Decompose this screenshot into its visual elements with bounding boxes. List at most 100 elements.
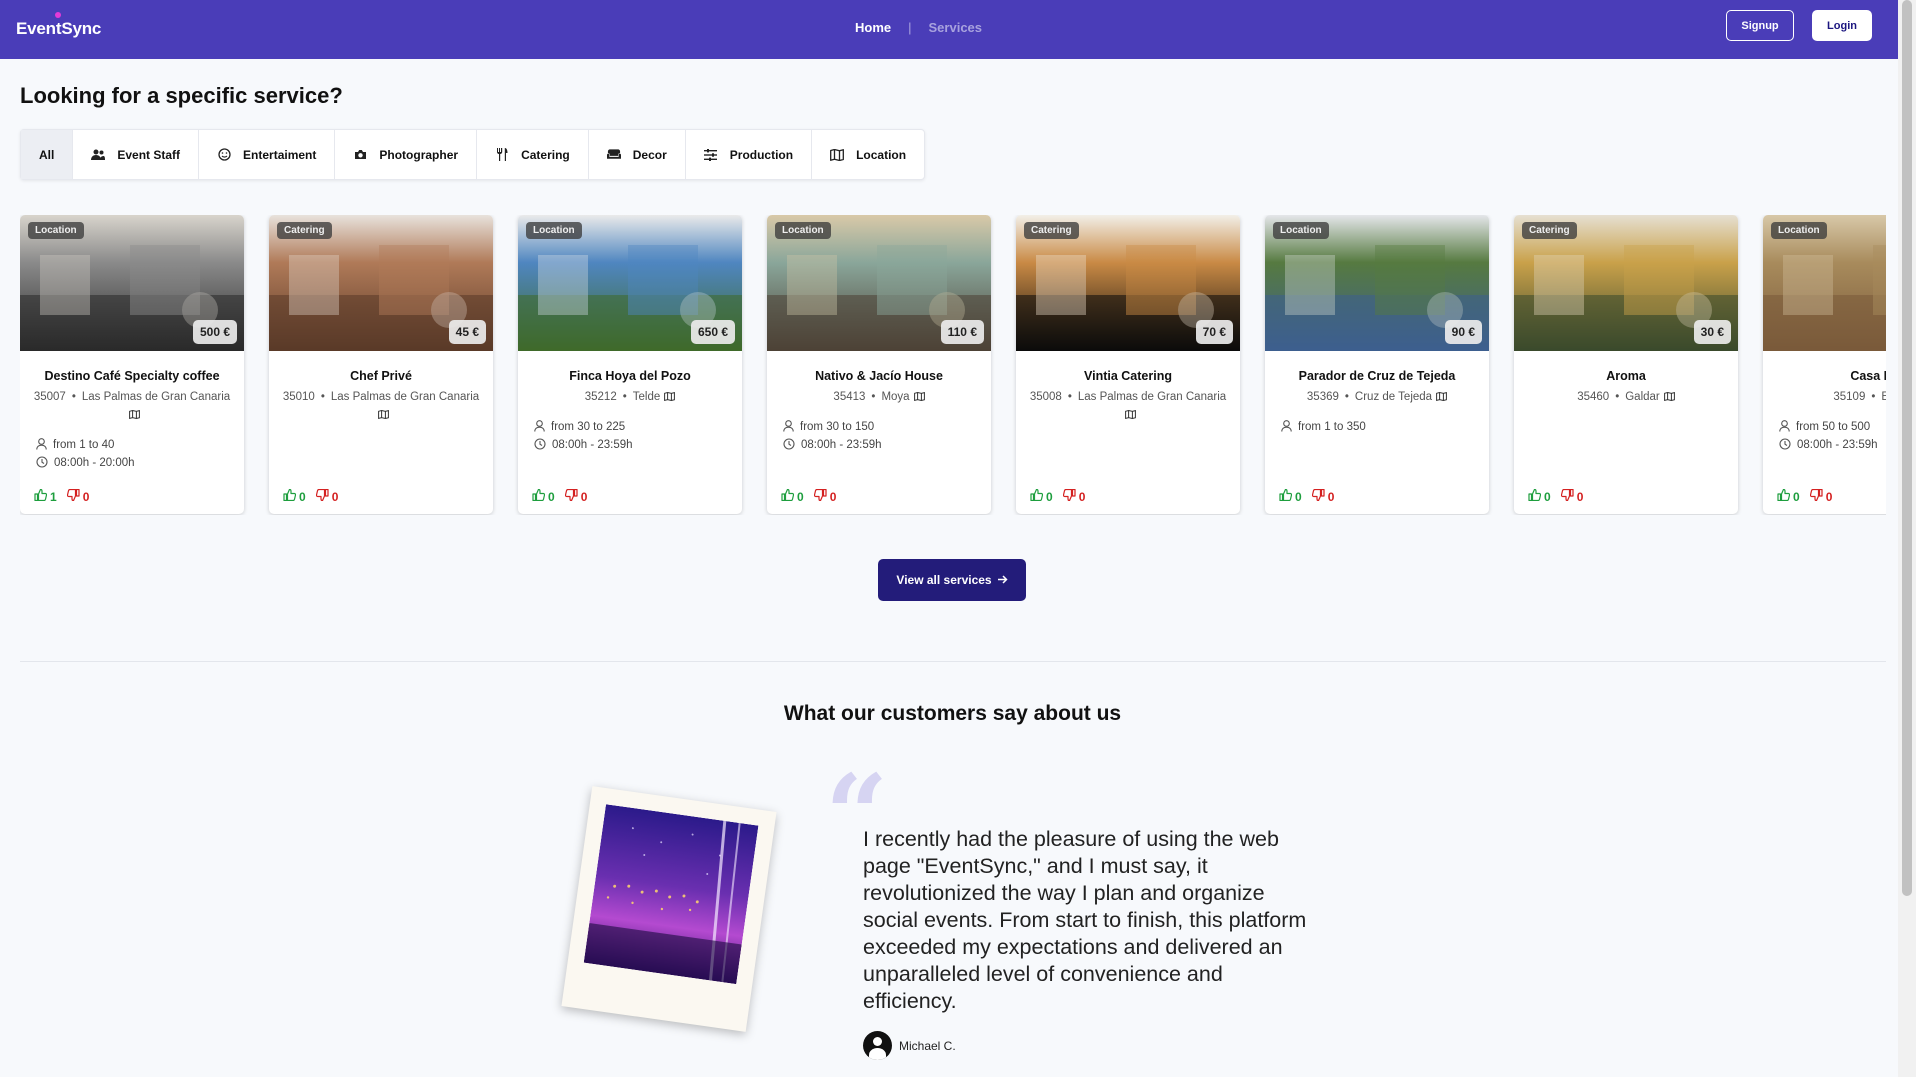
service-zip: 35109 — [1833, 391, 1866, 403]
service-card[interactable]: Location 110 € Nativo & Jacío House 35413 • M… — [767, 215, 991, 514]
scrollbar-thumb[interactable] — [1902, 0, 1912, 896]
like-count: 0 — [1793, 489, 1800, 504]
tab-event-staff[interactable]: Event Staff — [73, 130, 200, 179]
like-button[interactable]: 0 — [1528, 488, 1551, 504]
like-button[interactable]: 0 — [1777, 488, 1800, 504]
dislike-button[interactable]: 0 — [1062, 488, 1085, 504]
hours-row: 08:00h - 23:59h — [1779, 436, 1878, 454]
separator-dot: • — [622, 391, 627, 403]
nav-home-link[interactable]: Home — [855, 20, 891, 35]
service-card[interactable]: Location 500 € Destino Café Specialty coff… — [20, 215, 244, 514]
tab-entertainment[interactable]: Entertaiment — [199, 130, 336, 179]
tab-label: Catering — [521, 147, 570, 162]
map-icon[interactable] — [1660, 391, 1675, 403]
author-name: Michael C. — [899, 1038, 956, 1053]
nav-services-link[interactable]: Services — [929, 20, 983, 35]
user-icon — [534, 419, 551, 435]
separator-dot: • — [1615, 391, 1620, 403]
login-button[interactable]: Login — [1812, 10, 1872, 41]
dislike-button[interactable]: 0 — [66, 488, 89, 504]
separator-dot: • — [1344, 391, 1349, 403]
service-location: 35008 • Las Palmas de Gran Canaria — [1026, 388, 1230, 424]
thumbs-up-icon — [781, 488, 797, 504]
like-count: 0 — [299, 489, 306, 504]
tab-all[interactable]: All — [21, 130, 74, 179]
event-venue-image — [583, 804, 759, 985]
card-hours: 08:00h - 20:00h — [54, 457, 135, 469]
card-meta: from 30 to 150 08:00h - 23:59h — [783, 418, 882, 454]
logo[interactable]: EventSync — [16, 19, 101, 39]
thumbs-down-icon — [1560, 488, 1577, 504]
like-button[interactable]: 0 — [283, 488, 306, 504]
service-location: 35109 • El T — [1773, 388, 1886, 406]
user-icon — [1779, 419, 1796, 435]
service-name: Aroma — [1606, 369, 1646, 383]
service-name: Nativo & Jacío House — [815, 369, 943, 383]
vote-bar: 00 — [1528, 488, 1583, 504]
service-cards-carousel[interactable]: Location 500 € Destino Café Specialty coff… — [20, 215, 1886, 515]
service-city: Las Palmas de Gran Canaria — [81, 391, 231, 403]
view-all-services-button[interactable]: View all services — [878, 559, 1026, 601]
view-all-label: View all services — [896, 573, 992, 587]
tab-photographer[interactable]: Photographer — [335, 130, 478, 179]
tab-location[interactable]: Location — [812, 130, 924, 179]
testimonial-polaroid-photo — [561, 786, 777, 1032]
tab-catering[interactable]: Catering — [477, 130, 589, 179]
signup-button[interactable]: Signup — [1726, 10, 1794, 41]
category-badge: Location — [28, 222, 84, 239]
like-count: 1 — [50, 489, 57, 504]
vote-bar: 10 — [34, 488, 89, 504]
hours-row: 08:00h - 20:00h — [36, 454, 135, 472]
service-zip: 35007 — [33, 391, 66, 403]
service-zip: 35460 — [1577, 391, 1610, 403]
vote-bar: 00 — [532, 488, 587, 504]
service-card[interactable]: Catering 30 € Aroma 35460 • Galdar 0 0 — [1514, 215, 1738, 514]
dislike-button[interactable]: 0 — [1311, 488, 1334, 504]
service-image: Location 110 € — [767, 215, 991, 351]
tab-decor[interactable]: Decor — [589, 130, 686, 179]
service-location: 35212 • Telde — [528, 388, 732, 406]
dislike-button[interactable]: 0 — [315, 488, 338, 504]
thumbs-down-icon — [66, 488, 83, 504]
service-card[interactable]: Catering 70 € Vintia Catering 35008 • Las Pal… — [1016, 215, 1240, 514]
service-city: Telde — [632, 391, 661, 403]
service-card[interactable]: Location Casa Pu 35109 • El T from 50 to 500 0… — [1763, 215, 1886, 514]
testimonial-author: Michael C. — [863, 1031, 956, 1060]
map-icon[interactable] — [910, 391, 925, 403]
testimonial-quote: I recently had the pleasure of using the… — [863, 827, 1307, 1013]
like-button[interactable]: 1 — [34, 488, 57, 504]
capacity-row: from 30 to 225 — [534, 418, 633, 436]
capacity-row: from 30 to 150 — [783, 418, 882, 436]
map-icon[interactable] — [1432, 391, 1447, 403]
service-city: Las Palmas de Gran Canaria — [330, 391, 480, 403]
service-card[interactable]: Location 650 € Finca Hoya del Pozo 35212 • Te… — [518, 215, 742, 514]
like-button[interactable]: 0 — [1030, 488, 1053, 504]
map-icon[interactable] — [660, 391, 676, 403]
map-icon[interactable] — [1121, 409, 1136, 421]
tab-label: All — [39, 147, 55, 162]
thumbs-up-icon — [1279, 488, 1295, 504]
service-name: Vintia Catering — [1084, 369, 1172, 383]
card-meta: from 1 to 40 08:00h - 20:00h — [36, 436, 135, 472]
map-icon[interactable] — [125, 409, 140, 421]
like-button[interactable]: 0 — [1279, 488, 1302, 504]
map-icon[interactable] — [374, 409, 389, 421]
tab-label: Photographer — [379, 147, 459, 162]
like-button[interactable]: 0 — [781, 488, 804, 504]
card-capacity: from 1 to 40 — [53, 439, 115, 451]
tab-production[interactable]: Production — [686, 130, 813, 179]
thumbs-down-icon — [1809, 488, 1826, 504]
service-card[interactable]: Location 90 € Parador de Cruz de Tejeda 353… — [1265, 215, 1489, 514]
dislike-button[interactable]: 0 — [813, 488, 836, 504]
users-icon — [91, 148, 106, 162]
price-badge: 70 € — [1195, 320, 1233, 344]
service-location: 35413 • Moya — [777, 388, 981, 406]
dislike-button[interactable]: 0 — [564, 488, 587, 504]
service-card[interactable]: Catering 45 € Chef Privé 35010 • Las Palmas d… — [269, 215, 493, 514]
page-scrollbar[interactable] — [1898, 0, 1916, 1077]
like-button[interactable]: 0 — [532, 488, 555, 504]
dislike-button[interactable]: 0 — [1560, 488, 1583, 504]
dislike-button[interactable]: 0 — [1809, 488, 1832, 504]
service-name: Parador de Cruz de Tejeda — [1298, 369, 1456, 383]
service-location: 35007 • Las Palmas de Gran Canaria — [30, 388, 234, 424]
